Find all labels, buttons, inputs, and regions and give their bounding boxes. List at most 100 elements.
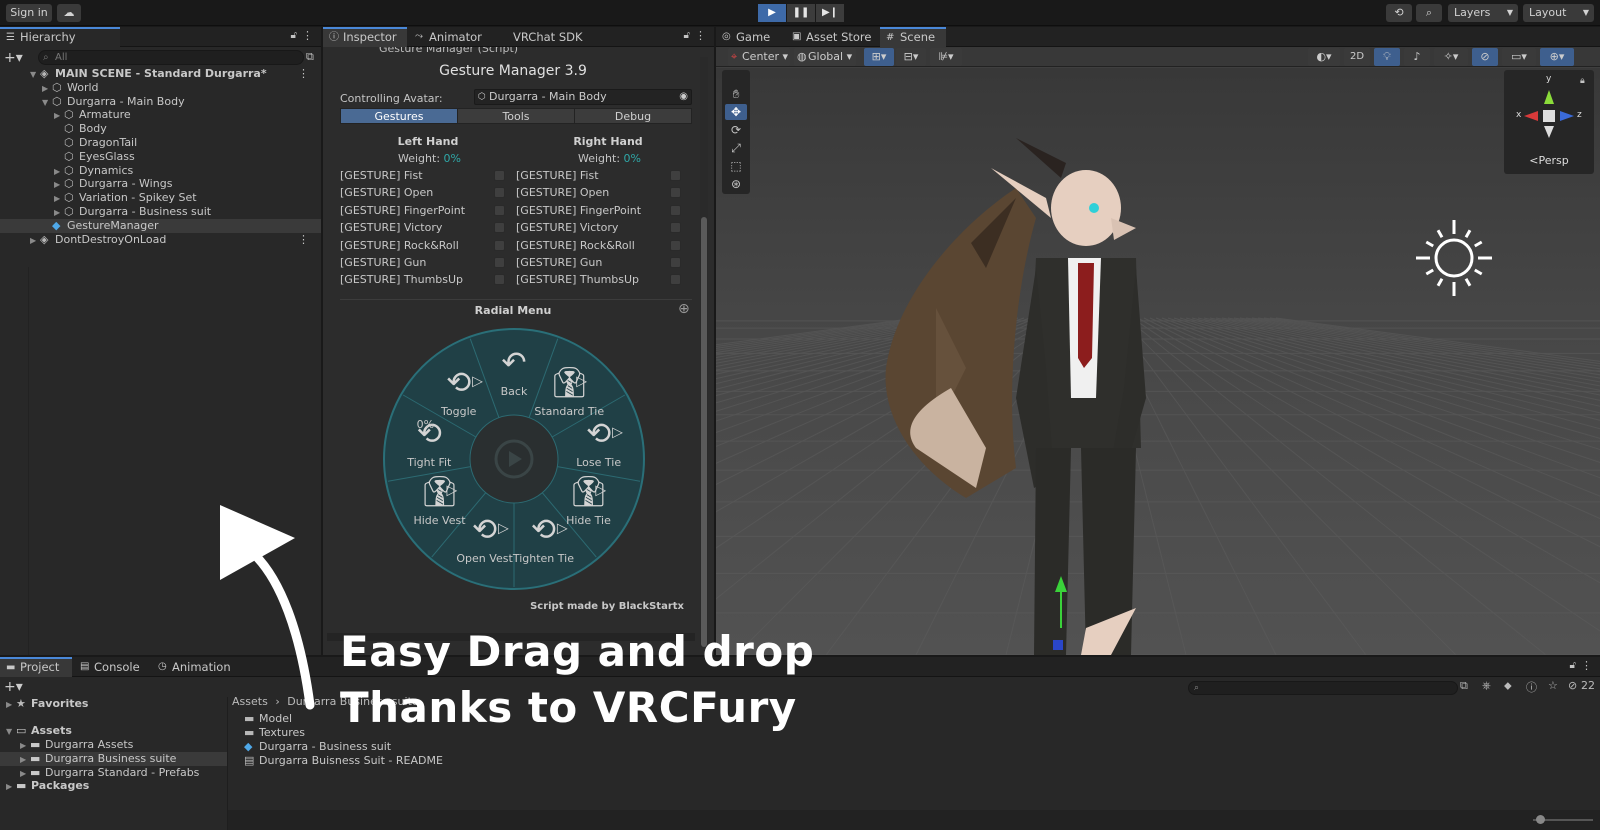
star-icon[interactable]: ☆: [1548, 679, 1558, 692]
gesture-checkbox-left[interactable]: [494, 170, 505, 181]
tag-icon[interactable]: ⬥: [1504, 679, 1512, 693]
radial-item-icon[interactable]: 👔︎ ▷: [569, 475, 607, 510]
lock-icon[interactable]: 🔓︎: [1570, 660, 1576, 671]
project-file-item[interactable]: ▤ Durgarra Buisness Suit - README: [244, 754, 644, 768]
search-icon[interactable]: ⌕: [1416, 4, 1442, 22]
hierarchy-item[interactable]: ▶ ⬡ Armature: [0, 108, 321, 122]
project-tree-item[interactable]: ▶ ★ Favorites: [0, 697, 227, 711]
gesture-checkbox-left[interactable]: [494, 274, 505, 286]
project-file-item[interactable]: ◆ Durgarra - Business suit: [244, 740, 644, 754]
gesture-checkbox-right[interactable]: [670, 222, 681, 234]
2d-toggle[interactable]: 2D: [1344, 48, 1370, 66]
transform-tool-icon[interactable]: ⊛: [725, 176, 747, 192]
project-tree-item[interactable]: ▶ ▬ Durgarra Assets: [0, 738, 227, 752]
layers-dropdown[interactable]: Layers ▼: [1448, 4, 1518, 22]
gesture-checkbox-right[interactable]: [670, 170, 681, 181]
add-circle-icon[interactable]: ⊕: [678, 301, 690, 317]
tab-debug[interactable]: Debug: [574, 108, 692, 124]
tab-animator[interactable]: ⤳ Animator: [409, 27, 493, 47]
hierarchy-item[interactable]: ▶ ⬡ World: [0, 81, 321, 95]
project-tree-item[interactable]: ▶ ▬ Durgarra Business suite: [0, 752, 227, 766]
inspector-scrollbar[interactable]: [700, 57, 708, 647]
cloud-icon[interactable]: ☁: [57, 4, 81, 22]
rotate-tool-icon[interactable]: ⟳: [725, 122, 747, 138]
tab-project[interactable]: ▬ Project: [0, 657, 72, 677]
expand-arrow-icon[interactable]: ▼: [6, 725, 16, 739]
hierarchy-item[interactable]: ▶ ⬡ Variation - Spikey Set: [0, 191, 321, 205]
grid-snap-button[interactable]: ⊞▾: [864, 48, 894, 66]
component-header[interactable]: Gesture Manager (Script): [329, 47, 704, 57]
gesture-checkbox-right[interactable]: [670, 239, 681, 251]
filter-by-label-icon[interactable]: ⎈: [1482, 679, 1491, 693]
hierarchy-item[interactable]: ⬡ EyesGlass: [0, 150, 321, 164]
hidden-packages-icon[interactable]: ⊘: [1568, 679, 1577, 692]
snap-settings-button[interactable]: ⊯▾: [930, 48, 962, 66]
lighting-toggle-icon[interactable]: 💡︎: [1374, 48, 1400, 66]
layout-dropdown[interactable]: Layout ▼: [1523, 4, 1594, 22]
camera-dropdown[interactable]: ▭▾: [1502, 48, 1536, 66]
tab-inspector[interactable]: ⓘ Inspector: [323, 27, 407, 47]
gesture-checkbox-right[interactable]: [670, 274, 681, 286]
scrollbar-thumb[interactable]: [701, 217, 707, 647]
gesture-checkbox-left[interactable]: [494, 187, 505, 199]
lock-icon[interactable]: 🔓︎: [684, 30, 690, 41]
hierarchy-item[interactable]: ▼ ⬡ Durgarra - Main Body: [0, 95, 321, 109]
tab-tools[interactable]: Tools: [457, 108, 575, 124]
expand-arrow-icon[interactable]: ▶: [6, 698, 16, 712]
hierarchy-item[interactable]: ▶ ⬡ Dynamics: [0, 164, 321, 178]
project-tree-item[interactable]: ▶ ▬ Packages: [0, 779, 227, 793]
create-icon[interactable]: +▾: [4, 679, 23, 695]
radial-item-icon[interactable]: ⟲ ▷: [472, 512, 509, 547]
pivot-dropdown[interactable]: ⌖ Center ▾: [728, 48, 790, 66]
tab-game[interactable]: ◎ Game: [716, 27, 784, 47]
tab-hierarchy[interactable]: ☰ Hierarchy: [0, 27, 120, 47]
more-options-icon[interactable]: ⋮: [695, 29, 706, 42]
gesture-checkbox-left[interactable]: [494, 222, 505, 234]
pause-button[interactable]: ❚❚: [787, 4, 815, 22]
project-tree-item[interactable]: ▶ ▬ Durgarra Standard - Prefabs: [0, 766, 227, 780]
draw-mode-button[interactable]: ◐▾: [1308, 48, 1340, 66]
filter-by-type-icon[interactable]: ⧉: [1460, 679, 1468, 693]
expand-arrow-icon[interactable]: ▶: [20, 739, 30, 753]
hierarchy-item[interactable]: ⬡ Body: [0, 122, 321, 136]
icon-size-slider-thumb[interactable]: [1536, 815, 1545, 824]
hierarchy-item[interactable]: ▶ ⬡ Durgarra - Wings: [0, 177, 321, 191]
tab-console[interactable]: ▤ Console: [74, 657, 148, 677]
tab-vrchat-sdk[interactable]: VRChat SDK: [493, 27, 593, 47]
move-tool-icon[interactable]: ✥: [725, 104, 747, 120]
hierarchy-item[interactable]: ▶ ◈ DontDestroyOnLoad ⋮: [0, 233, 321, 247]
radial-item-icon[interactable]: 👔︎ ▷: [420, 475, 458, 510]
tab-asset-store[interactable]: ▣ Asset Store: [786, 27, 878, 47]
hierarchy-item[interactable]: ⬡ DragonTail: [0, 136, 321, 150]
expand-arrow-icon[interactable]: ▶: [30, 234, 40, 248]
visibility-toggle-icon[interactable]: ⊘: [1472, 48, 1498, 66]
space-dropdown[interactable]: ◍ Global ▾: [794, 48, 856, 66]
gesture-checkbox-right[interactable]: [670, 257, 681, 268]
orientation-gizmo[interactable]: y x z 🔒︎ <Persp: [1504, 70, 1594, 174]
expand-arrow-icon[interactable]: ▶: [6, 780, 16, 794]
audio-toggle-icon[interactable]: ♪: [1404, 48, 1430, 66]
hierarchy-item[interactable]: ◆ GestureManager: [0, 218, 321, 233]
hierarchy-item[interactable]: ▶ ⬡ Durgarra - Business suit: [0, 205, 321, 219]
object-picker-icon[interactable]: ◉: [679, 90, 688, 104]
radial-item-icon[interactable]: ↶: [501, 346, 526, 381]
hierarchy-item[interactable]: ▼ ◈ MAIN SCENE - Standard Durgarra* ⋮: [0, 67, 321, 81]
projection-toggle[interactable]: <Persp: [1504, 154, 1594, 167]
gizmos-dropdown[interactable]: ⊕▾: [1540, 48, 1574, 66]
gesture-checkbox-right[interactable]: [670, 187, 681, 199]
sign-in-button[interactable]: Sign in: [6, 4, 52, 22]
project-tree-item[interactable]: ▼ ▭ Assets: [0, 724, 227, 738]
expand-arrow-icon[interactable]: ▶: [20, 753, 30, 767]
gesture-checkbox-left[interactable]: [494, 204, 505, 216]
more-options-icon[interactable]: ⋮: [298, 233, 309, 247]
hierarchy-search-input[interactable]: ⌕ All: [38, 50, 304, 65]
more-options-icon[interactable]: ⋮: [298, 67, 309, 81]
step-button[interactable]: ▶❙: [816, 4, 844, 22]
effects-dropdown[interactable]: ✧▾: [1434, 48, 1468, 66]
more-options-icon[interactable]: ⋮: [302, 29, 313, 42]
radial-item-icon[interactable]: ⟲ ▷: [446, 366, 483, 401]
gesture-checkbox-left[interactable]: [494, 257, 505, 268]
hand-tool-icon[interactable]: ✋︎: [725, 86, 747, 102]
tab-scene[interactable]: # Scene: [880, 27, 946, 47]
rect-tool-icon[interactable]: ⬚: [725, 158, 747, 174]
